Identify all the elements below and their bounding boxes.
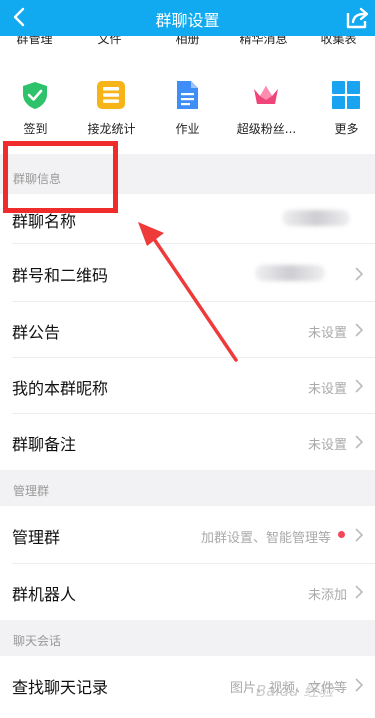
page-title: 群聊设置 bbox=[155, 11, 220, 30]
crown-icon bbox=[254, 86, 278, 104]
section-chat: 聊天会话 bbox=[0, 620, 375, 656]
app-label: 作业 bbox=[175, 122, 200, 136]
row-label: 管理群 bbox=[12, 528, 61, 547]
row-value: 未设置 bbox=[307, 382, 347, 397]
grid-icon bbox=[332, 81, 360, 109]
share-icon[interactable] bbox=[343, 4, 371, 32]
row-group-robot[interactable]: 群机器人 未添加 bbox=[0, 564, 375, 620]
app-album-label[interactable]: 相册 bbox=[150, 36, 225, 47]
chevron-right-icon bbox=[355, 267, 363, 281]
app-more[interactable]: 更多 bbox=[309, 80, 375, 140]
row-value: 未添加 bbox=[307, 588, 347, 603]
row-group-number[interactable]: 群号和二维码 bbox=[0, 244, 375, 302]
redacted-value bbox=[282, 210, 350, 226]
row-manage-group[interactable]: 管理群 加群设置、智能管理等 bbox=[0, 506, 375, 564]
document-icon bbox=[177, 81, 198, 109]
app-label: 超级粉丝... bbox=[236, 122, 297, 136]
app-essence-label[interactable]: 精华消息 bbox=[226, 36, 301, 47]
highlight-box bbox=[3, 141, 118, 213]
group-apps-panel: 群管理 文件 相册 精华消息 收集表 签到 接龙统计 作业 超级粉丝... 更多 bbox=[0, 36, 375, 154]
app-collect-label[interactable]: 收集表 bbox=[301, 36, 375, 47]
row-value: 未设置 bbox=[307, 326, 347, 341]
row-label: 查找聊天记录 bbox=[12, 678, 109, 697]
section-title: 管理群 bbox=[13, 484, 50, 498]
app-checkin[interactable]: 签到 bbox=[0, 80, 73, 140]
row-label: 群机器人 bbox=[12, 585, 77, 604]
row-label: 群公告 bbox=[12, 323, 61, 342]
checkin-shield-icon bbox=[23, 82, 47, 109]
chevron-right-icon bbox=[355, 678, 363, 692]
app-label: 更多 bbox=[334, 122, 359, 136]
app-super-fans[interactable]: 超级粉丝... bbox=[229, 80, 304, 140]
chevron-right-icon bbox=[355, 585, 363, 599]
list-icon bbox=[97, 81, 125, 109]
notification-dot bbox=[338, 531, 345, 538]
app-label: 接龙统计 bbox=[87, 122, 136, 136]
row-value: 未设置 bbox=[307, 438, 347, 453]
chevron-right-icon bbox=[355, 528, 363, 542]
app-files-label[interactable]: 文件 bbox=[72, 36, 147, 47]
row-label: 我的本群昵称 bbox=[12, 379, 109, 398]
title-bar: 群聊设置 bbox=[0, 0, 375, 36]
app-label: 签到 bbox=[23, 122, 48, 136]
row-group-remark[interactable]: 群聊备注 未设置 bbox=[0, 414, 375, 470]
chevron-right-icon bbox=[355, 435, 363, 449]
row-value: 加群设置、智能管理等 bbox=[200, 531, 331, 546]
app-homework[interactable]: 作业 bbox=[150, 80, 225, 140]
app-solitaire[interactable]: 接龙统计 bbox=[74, 80, 149, 140]
chevron-right-icon bbox=[355, 323, 363, 337]
row-label: 群号和二维码 bbox=[12, 266, 109, 285]
watermark: Baidu 经验 bbox=[256, 682, 334, 700]
app-group-manage-label[interactable]: 群管理 bbox=[0, 36, 72, 47]
redacted-value bbox=[255, 265, 325, 281]
row-announcement[interactable]: 群公告 未设置 bbox=[0, 302, 375, 358]
row-label: 群聊备注 bbox=[12, 435, 77, 454]
chevron-right-icon bbox=[355, 379, 363, 393]
section-title: 聊天会话 bbox=[13, 634, 62, 648]
section-manage: 管理群 bbox=[0, 470, 375, 506]
apps-top-row: 群管理 文件 相册 精华消息 收集表 bbox=[0, 36, 375, 50]
row-my-nickname[interactable]: 我的本群昵称 未设置 bbox=[0, 358, 375, 414]
